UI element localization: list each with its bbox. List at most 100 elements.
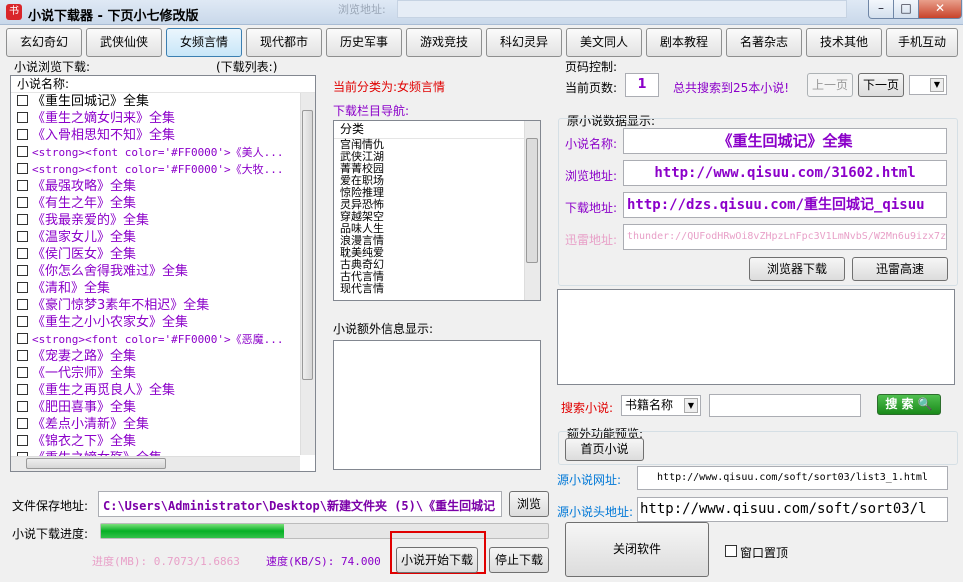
- list-item-checkbox[interactable]: [17, 299, 28, 310]
- list-item-checkbox[interactable]: [17, 401, 28, 412]
- novel-list-hscroll-thumb[interactable]: [26, 458, 166, 469]
- tab-6[interactable]: 科幻灵异: [486, 28, 562, 57]
- list-item-checkbox[interactable]: [17, 95, 28, 106]
- list-item-label: 《重生之再觅良人》全集: [32, 383, 176, 398]
- search-button[interactable]: 搜 索 🔍: [877, 394, 941, 415]
- novel-list[interactable]: 小说名称: 《重生回城记》全集 《重生之嫡女归来》全集 《入骨相思知不知》全集 <st…: [10, 75, 316, 472]
- tab-10[interactable]: 技术其他: [806, 28, 882, 57]
- tab-1[interactable]: 武侠仙侠: [86, 28, 162, 57]
- list-item[interactable]: 《最强攻略》全集: [11, 178, 315, 195]
- list-item-checkbox[interactable]: [17, 163, 28, 174]
- page-select[interactable]: ▼: [909, 75, 947, 95]
- list-item[interactable]: 《重生之嫡女归来》全集: [11, 110, 315, 127]
- list-item[interactable]: <strong><font color='#FF0000'>《美人...: [11, 144, 315, 161]
- tab-5[interactable]: 游戏竞技: [406, 28, 482, 57]
- list-item[interactable]: 《侯门医女》全集: [11, 246, 315, 263]
- list-item-checkbox[interactable]: [17, 282, 28, 293]
- list-item-checkbox[interactable]: [17, 197, 28, 208]
- download-url-field[interactable]: http://dzs.qisuu.com/重生回城记_qisuu: [623, 192, 947, 218]
- list-item-checkbox[interactable]: [17, 112, 28, 123]
- topmost-checkbox[interactable]: [725, 545, 737, 557]
- list-item[interactable]: 《肥田喜事》全集: [11, 399, 315, 416]
- tab-8[interactable]: 剧本教程: [646, 28, 722, 57]
- list-item[interactable]: 《重生之小小农家女》全集: [11, 314, 315, 331]
- start-download-button[interactable]: 小说开始下载: [396, 547, 478, 573]
- list-item[interactable]: 《宠妻之路》全集: [11, 348, 315, 365]
- current-page-field[interactable]: 1: [625, 73, 659, 97]
- tab-0[interactable]: 玄幻奇幻: [6, 28, 82, 57]
- novel-name-field[interactable]: 《重生回城记》全集: [623, 128, 947, 154]
- tab-4[interactable]: 历史军事: [326, 28, 402, 57]
- list-item-checkbox[interactable]: [17, 367, 28, 378]
- list-item-label: <strong><font color='#FF0000'>《恶魔...: [32, 333, 284, 346]
- list-item-label: 《豪门惊梦3素年不相迟》全集: [32, 298, 210, 313]
- list-item[interactable]: 《豪门惊梦3素年不相迟》全集: [11, 297, 315, 314]
- prev-page-button[interactable]: 上一页: [807, 73, 853, 97]
- list-item-checkbox[interactable]: [17, 333, 28, 344]
- stop-download-button[interactable]: 停止下载: [489, 547, 549, 573]
- thunder-url-field[interactable]: thunder://QUFodHRwOi8vZHpzLnFpc3V1LmNvbS…: [623, 224, 947, 250]
- list-item-checkbox[interactable]: [17, 248, 28, 259]
- browse-folder-button[interactable]: 浏览: [509, 491, 549, 517]
- list-item[interactable]: <strong><font color='#FF0000'>《大牧...: [11, 161, 315, 178]
- maximize-button[interactable]: □: [893, 0, 919, 19]
- list-item[interactable]: 《差点小清新》全集: [11, 416, 315, 433]
- search-field-select[interactable]: 书籍名称 ▼: [621, 395, 701, 416]
- list-item[interactable]: 《有生之年》全集: [11, 195, 315, 212]
- list-item-checkbox[interactable]: [17, 265, 28, 276]
- tab-3[interactable]: 现代都市: [246, 28, 322, 57]
- list-item[interactable]: 《你怎么舍得我难过》全集: [11, 263, 315, 280]
- list-item[interactable]: 《重生回城记》全集: [11, 93, 315, 110]
- search-field-option: 书籍名称: [625, 398, 674, 412]
- list-item-checkbox[interactable]: [17, 316, 28, 327]
- list-item-checkbox[interactable]: [17, 180, 28, 191]
- list-item-label: 《重生之小小农家女》全集: [32, 315, 189, 330]
- list-item[interactable]: 《我最亲爱的》全集: [11, 212, 315, 229]
- source-head-field[interactable]: http://www.qisuu.com/soft/sort03/l: [637, 497, 948, 522]
- chevron-down-icon: ▼: [930, 78, 944, 92]
- info-textarea[interactable]: [557, 289, 955, 385]
- search-icon: 🔍: [917, 397, 933, 411]
- tab-11[interactable]: 手机互动: [886, 28, 958, 57]
- minimize-button[interactable]: –: [868, 0, 894, 19]
- category-listbox[interactable]: 分类 宫闱情仇 武侠江湖 菁菁校园 爱在职场 惊险推理 灵异恐怖 穿越架空 品味人生 浪漫言情耽…: [333, 120, 541, 301]
- browser-download-button[interactable]: 浏览器下载: [749, 257, 845, 281]
- list-item-checkbox[interactable]: [17, 129, 28, 140]
- app-icon: 书: [6, 4, 22, 20]
- list-item[interactable]: 《重生之再觅良人》全集: [11, 382, 315, 399]
- list-item[interactable]: 《温家女儿》全集: [11, 229, 315, 246]
- source-url-label: 源小说网址:: [557, 473, 622, 487]
- tab-7[interactable]: 美文同人: [566, 28, 642, 57]
- list-item-checkbox[interactable]: [17, 231, 28, 242]
- list-item[interactable]: <strong><font color='#FF0000'>《恶魔...: [11, 331, 315, 348]
- novel-list-vscroll-thumb[interactable]: [302, 110, 313, 380]
- tab-9[interactable]: 名著杂志: [726, 28, 802, 57]
- list-item-checkbox[interactable]: [17, 418, 28, 429]
- ghost-url-box: [397, 0, 847, 18]
- extra-info-label: 小说额外信息显示:: [333, 322, 434, 336]
- list-item-checkbox[interactable]: [17, 350, 28, 361]
- list-item-checkbox[interactable]: [17, 384, 28, 395]
- category-item[interactable]: 现代言情: [334, 283, 540, 295]
- tab-2[interactable]: 女频言情: [166, 28, 242, 57]
- list-item-checkbox[interactable]: [17, 146, 28, 157]
- close-software-button[interactable]: 关闭软件: [565, 522, 709, 577]
- thunder-download-button[interactable]: 迅雷高速: [852, 257, 948, 281]
- list-item-checkbox[interactable]: [17, 435, 28, 446]
- save-path-field[interactable]: C:\Users\Administrator\Desktop\新建文件夹 (5)…: [98, 491, 502, 517]
- browse-url-field[interactable]: http://www.qisuu.com/31602.html: [623, 160, 947, 186]
- list-item-label: 《最强攻略》全集: [32, 179, 137, 194]
- list-item[interactable]: 《一代宗师》全集: [11, 365, 315, 382]
- search-input[interactable]: [709, 394, 861, 417]
- category-list-scroll-thumb[interactable]: [526, 138, 538, 263]
- extra-info-box[interactable]: [333, 340, 541, 470]
- list-item-checkbox[interactable]: [17, 214, 28, 225]
- list-item[interactable]: 《入骨相思知不知》全集: [11, 127, 315, 144]
- home-novels-button[interactable]: 首页小说: [565, 438, 644, 461]
- list-item[interactable]: 《清和》全集: [11, 280, 315, 297]
- next-page-button[interactable]: 下一页: [858, 73, 904, 97]
- source-url-field[interactable]: http://www.qisuu.com/soft/sort03/list3_1…: [637, 466, 948, 490]
- topmost-label: 窗口置顶: [740, 546, 789, 560]
- close-button[interactable]: ✕: [918, 0, 962, 19]
- list-item[interactable]: 《锦衣之下》全集: [11, 433, 315, 450]
